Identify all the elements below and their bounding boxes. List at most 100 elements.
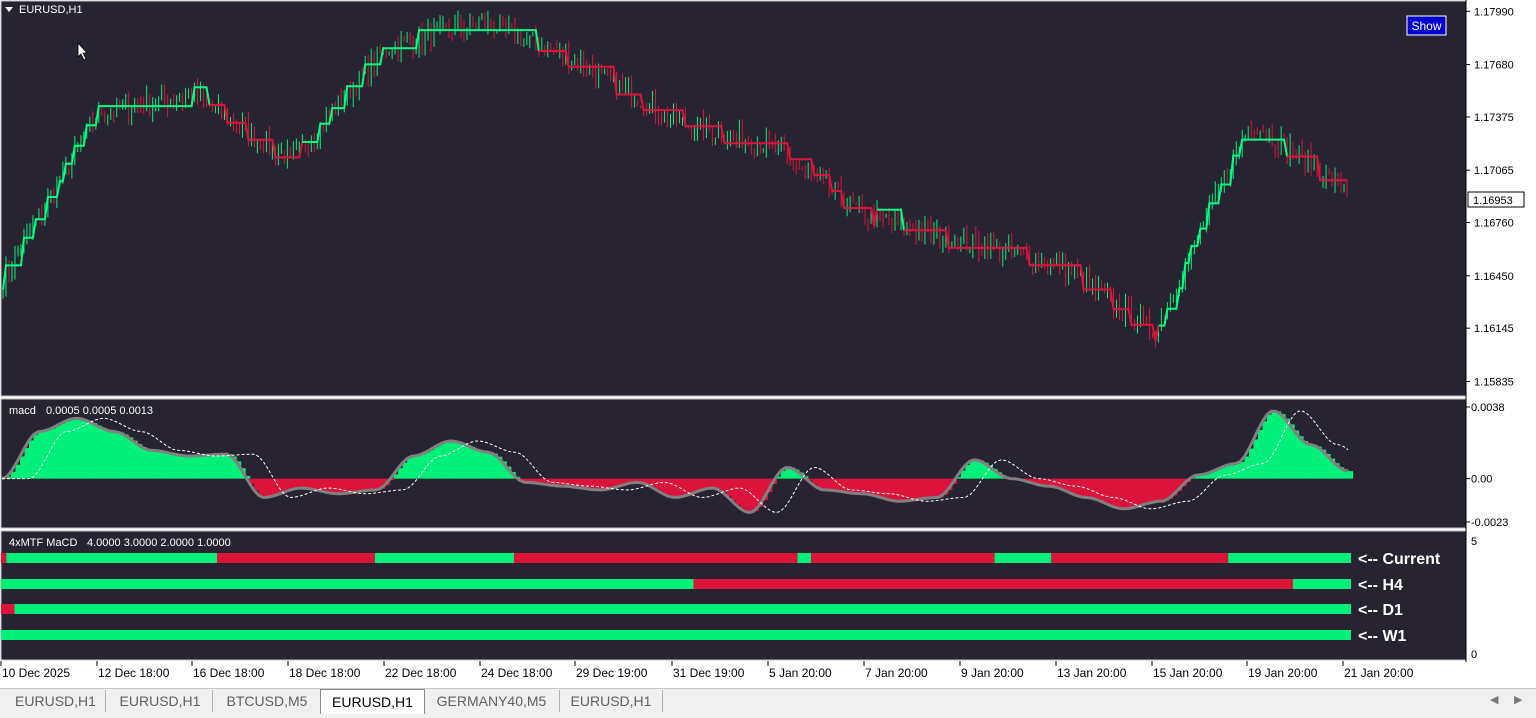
mtf-bar-segment [1051,553,1228,563]
mtf-bar-segment [811,553,995,563]
time-label: 12 Dec 18:00 [98,666,170,680]
macd-bar [466,445,471,479]
macd-level-label: 0.00 [1471,474,1492,486]
mtf-values: 4.0000 3.0000 2.0000 1.0000 [87,537,231,549]
macd-bar [155,451,160,479]
chart-tab[interactable]: EURUSD,H1 [320,689,425,714]
macd-bar [164,452,169,479]
macd-bar [128,437,133,478]
macd-bar [340,479,345,494]
macd-bar [448,441,453,478]
macd-bar [673,479,678,498]
macd-bar [187,456,192,479]
time-label: 18 Dec 18:00 [289,666,361,680]
macd-bar [191,456,196,479]
macd-bar [587,479,592,489]
macd-bar [970,461,975,479]
mtf-bar-segment [15,604,1352,614]
chart-tab[interactable]: EURUSD,H1 [560,690,663,712]
macd-bar [124,434,129,478]
mtf-label: 4xMTF MaCD [9,537,78,549]
time-label: 5 Jan 20:00 [769,666,832,680]
time-label: 7 Jan 20:00 [865,666,928,680]
macd-level-label: -0.0023 [1471,517,1508,529]
macd-label: macd [9,405,36,417]
macd-bar [785,468,790,479]
macd-bar [1276,411,1281,478]
price-level-label: 1.17680 [1474,60,1514,72]
chart-tab[interactable]: EURUSD,H1 [6,690,106,712]
macd-bar [484,452,489,479]
price-level-label: 1.17065 [1474,165,1514,177]
mtf-bar-segment [514,553,798,563]
macd-bar [745,479,750,512]
show-button[interactable]: Show [1407,16,1446,35]
macd-bar [200,456,205,479]
chart-canvas[interactable]: EURUSD,H1 Show 1.179901.176801.173751.17… [0,0,1536,688]
macd-bar [434,447,439,478]
macd-bar [902,479,907,502]
macd-bar [862,479,867,494]
macd-bar [65,421,70,478]
main-chart-area[interactable] [1,1,1466,396]
current-price-marker: 1.16953 [1468,192,1524,207]
macd-bar [884,479,889,499]
macd-bar [173,454,178,479]
macd-bar [475,449,480,479]
macd-bar [1312,445,1317,479]
chart-tab[interactable]: EURUSD,H1 [108,690,213,712]
macd-bar [713,479,718,488]
macd-bar [596,479,601,490]
macd-bar [1154,479,1159,502]
macd-bar [331,479,336,493]
mtf-row-label: <-- H4 [1358,577,1403,594]
time-label: 22 Dec 18:00 [385,666,457,680]
macd-bar [1150,479,1155,503]
macd-bar [308,479,313,489]
macd-bar [452,441,457,479]
macd-bar [457,442,462,479]
macd-bar [1105,479,1110,503]
macd-bar [718,479,723,490]
chart-tab-bar: EURUSD,H1EURUSD,H1BTCUSD,M5EURUSD,H1GERM… [0,688,1536,718]
mtf-bar-segment [1,630,1351,640]
macd-bar [47,430,52,479]
tab-scroll-left-icon[interactable]: ◀ [1490,693,1498,706]
time-label: 19 Jan 20:00 [1248,666,1318,680]
macd-bar [29,440,34,478]
chart-tab[interactable]: GERMANY40,M5 [424,690,560,712]
macd-bar [196,456,201,479]
macd-bar [214,455,219,479]
macd-bar [461,443,466,479]
price-level-label: 1.17375 [1474,112,1514,124]
macd-bar [1303,441,1308,479]
macd-bar [403,463,408,479]
chart-tab[interactable]: BTCUSD,M5 [214,690,321,712]
macd-bar [1114,479,1119,507]
price-level-label: 1.15835 [1474,376,1514,388]
macd-bar [889,479,894,500]
macd-bar [1118,479,1123,509]
macd-bar [1253,439,1258,478]
mtf-row-label: <-- D1 [1358,602,1403,619]
macd-bar [205,455,210,478]
macd-bar [209,455,214,479]
macd-bar [371,479,376,490]
macd-bar [731,479,736,501]
mtf-bar-segment [217,553,375,563]
mtf-bar-segment [995,553,1052,563]
mtf-macd-panel[interactable] [1,531,1466,660]
macd-bar [43,431,48,478]
price-level-label: 1.16450 [1474,271,1514,283]
macd-bar [1109,479,1114,505]
macd-bar [1159,479,1164,502]
macd-bar [1060,479,1065,489]
macd-bar [821,479,826,490]
macd-bar [488,452,493,478]
mtf-bar-segment [375,553,514,563]
macd-bar [1348,471,1353,479]
tab-scroll-right-icon[interactable]: ▶ [1514,693,1522,706]
macd-bar [1307,444,1312,479]
time-label: 31 Dec 19:00 [673,666,745,680]
macd-bar [443,443,448,479]
